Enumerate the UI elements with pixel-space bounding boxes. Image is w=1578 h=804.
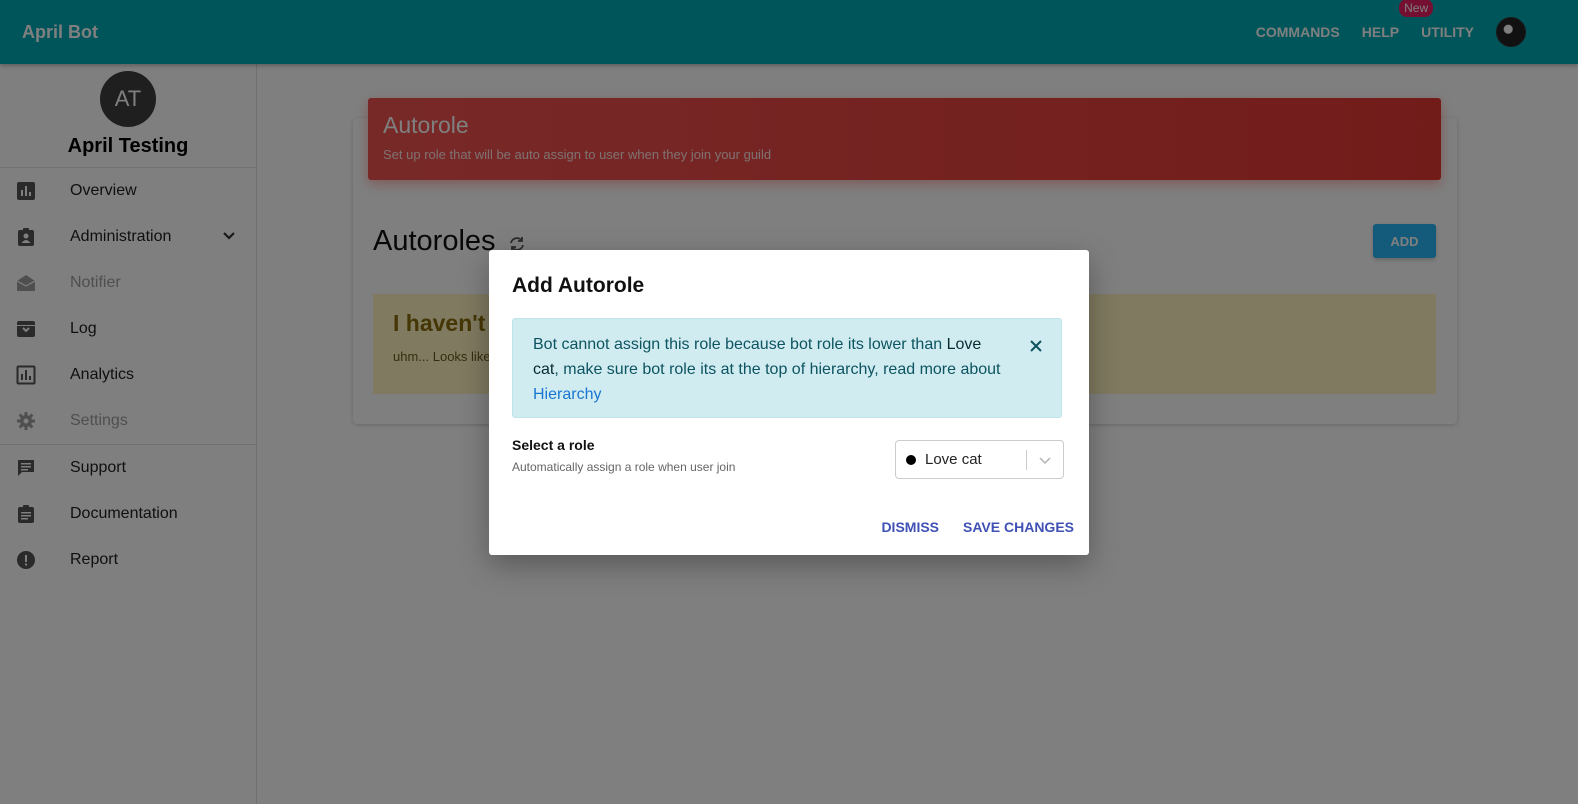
hierarchy-alert: Bot cannot assign this role because bot …: [512, 318, 1062, 418]
dialog-actions: DISMISS SAVE CHANGES: [857, 519, 1074, 535]
hierarchy-link[interactable]: Hierarchy: [533, 386, 601, 403]
alert-text-1: Bot cannot assign this role because bot …: [533, 336, 947, 353]
select-role-hint: Automatically assign a role when user jo…: [512, 460, 736, 474]
select-role-label: Select a role: [512, 437, 595, 453]
dismiss-button[interactable]: DISMISS: [881, 519, 939, 535]
dialog-title: Add Autorole: [512, 274, 645, 297]
save-changes-button[interactable]: SAVE CHANGES: [963, 519, 1074, 535]
close-icon[interactable]: [1029, 336, 1043, 361]
add-autorole-dialog: Add Autorole Bot cannot assign this role…: [489, 250, 1089, 555]
role-color-dot: [906, 454, 916, 465]
select-separator: [1026, 450, 1027, 470]
role-select-value: Love cat: [925, 451, 982, 468]
alert-text-2: , make sure bot role its at the top of h…: [554, 361, 1001, 378]
chevron-down-icon[interactable]: [1038, 454, 1052, 473]
role-select[interactable]: Love cat: [895, 440, 1064, 479]
